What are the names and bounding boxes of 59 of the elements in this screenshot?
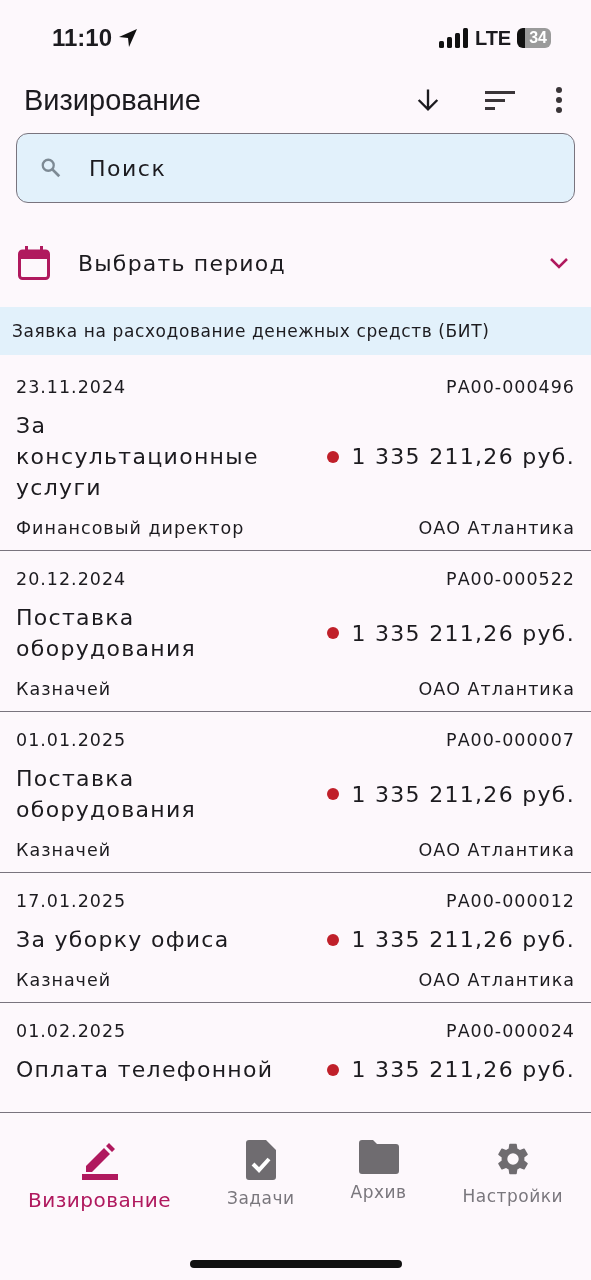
status-dot <box>327 450 340 463</box>
search-icon <box>40 157 62 179</box>
status-dot <box>327 933 340 946</box>
document-check-icon <box>243 1140 278 1180</box>
request-date: 17.01.2025 <box>16 891 127 911</box>
more-icon <box>555 86 563 114</box>
request-number: РА00-000007 <box>446 730 575 750</box>
battery-level: 34 <box>517 28 551 48</box>
sort-icon <box>485 88 515 112</box>
request-card[interactable]: 20.12.2024 РА00-000522 Поставка оборудования 1 335 211,26 руб. Казначей ОАО Атлантика <box>0 569 591 712</box>
request-title: Оплата телефонной <box>16 1056 274 1084</box>
nav-tab[interactable]: Визирование <box>27 1140 172 1218</box>
status-dot <box>327 627 340 639</box>
organization-name: ОАО Атлантика <box>418 840 575 860</box>
request-number: РА00-000024 <box>446 1021 575 1041</box>
nav-tab[interactable]: Архив <box>350 1140 407 1218</box>
request-card[interactable]: 23.11.2024 РА00-000496 За консультационные услуги 1 335 211,26 руб. Финансовый директор ОАО Атлантика <box>0 377 591 551</box>
request-number: РА00-000522 <box>446 569 575 589</box>
request-card[interactable]: 01.02.2025 РА00-000024 Оплата телефонной 1 335 211,26 руб. <box>0 1021 591 1113</box>
calendar-icon <box>18 246 50 280</box>
request-date: 23.11.2024 <box>16 377 127 397</box>
period-picker[interactable]: Выбрать период <box>0 225 591 301</box>
approver-role: Казначей <box>16 679 112 699</box>
approver-role: Казначей <box>16 840 112 860</box>
request-card[interactable]: 17.01.2025 РА00-000012 За уборку офиса 1 335 211,26 руб. Казначей ОАО Атлантика <box>0 891 591 1003</box>
request-amount: 1 335 211,26 руб. <box>351 781 575 807</box>
request-amount: 1 335 211,26 руб. <box>351 444 575 469</box>
clock-time: 11:10 <box>52 24 113 52</box>
status-dot <box>327 1063 340 1076</box>
pencil-icon <box>79 1140 120 1180</box>
request-title: За уборку офиса <box>16 926 230 954</box>
organization-name: ОАО Атлантика <box>418 970 575 990</box>
request-number: РА00-000496 <box>446 377 575 397</box>
request-date: 01.02.2025 <box>16 1021 127 1041</box>
folder-icon <box>358 1140 399 1174</box>
request-amount: 1 335 211,26 руб. <box>351 927 575 952</box>
search-field[interactable]: Поиск <box>16 133 575 203</box>
network-type: LTE <box>474 26 512 50</box>
screen-title: Визирование <box>24 83 202 117</box>
status-dot <box>327 788 340 800</box>
approver-role: Финансовый директор <box>16 518 245 538</box>
organization-name: ОАО Атлантика <box>418 679 575 699</box>
group-header: Заявка на расходование денежных средств (БИТ) <box>0 307 591 355</box>
request-date: 01.01.2025 <box>16 730 127 750</box>
request-title: Поставка оборудования <box>16 604 198 663</box>
request-number: РА00-000012 <box>446 891 575 911</box>
request-amount: 1 335 211,26 руб. <box>351 620 575 646</box>
nav-tab[interactable]: Настройки <box>462 1140 563 1218</box>
request-date: 20.12.2024 <box>16 569 127 589</box>
signal-icon <box>438 28 469 48</box>
nav-tab[interactable]: Задачи <box>227 1140 295 1218</box>
location-arrow-icon <box>118 28 139 48</box>
chevron-icon <box>549 257 569 269</box>
request-title: За консультационные услуги <box>16 412 260 502</box>
request-card[interactable]: 01.01.2025 РА00-000007 Поставка оборудования 1 335 211,26 руб. Казначей ОАО Атлантика <box>0 730 591 873</box>
approver-role: Казначей <box>16 970 112 990</box>
request-title: Поставка оборудования <box>16 765 198 824</box>
request-amount: 1 335 211,26 руб. <box>351 1057 575 1082</box>
organization-name: ОАО Атлантика <box>418 518 575 538</box>
